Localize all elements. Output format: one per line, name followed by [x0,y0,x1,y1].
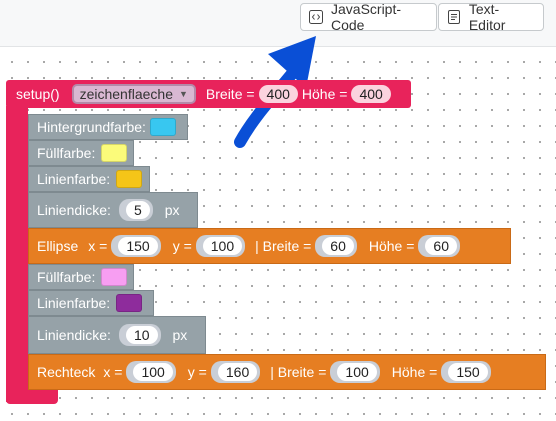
fill-color-swatch-2[interactable] [101,268,128,286]
ellipse-x-value[interactable]: 150 [118,237,158,255]
rectangle-y-label: y = [187,364,207,380]
rectangle-height-label: Höhe = [391,364,438,380]
setup-block-rail [6,106,28,402]
stroke-color-block[interactable]: Linienfarbe: [28,166,150,192]
stroke-weight-block-2[interactable]: Liniendicke: 10 px [28,316,206,354]
rectangle-x-label: x = [103,364,123,380]
stroke-weight-value-2[interactable]: 10 [125,326,158,344]
stroke-weight-unit-2: px [172,327,188,343]
ellipse-y-value[interactable]: 100 [202,237,243,255]
ellipse-width-value[interactable]: 60 [322,237,354,255]
ellipse-height-label: Höhe = [368,238,415,254]
text-editor-button[interactable]: Text-Editor [438,1,544,33]
dropdown-arrow-icon: ▼ [178,89,188,99]
setup-block-foot [6,388,58,404]
ellipse-label: Ellipse [37,238,79,254]
fill-color-block-2[interactable]: Füllfarbe: [28,264,134,290]
background-color-block[interactable]: Hintergrundfarbe: [28,114,188,140]
rectangle-block[interactable]: Rechteck x = 100 y = 160 | Breite = 100 … [28,354,546,390]
rectangle-y-value[interactable]: 160 [217,363,258,381]
stroke-weight-label: Liniendicke: [37,202,111,218]
rectangle-height-value[interactable]: 150 [448,363,488,381]
ellipse-height-value[interactable]: 60 [425,237,457,255]
canvas-dropdown[interactable]: zeichenflaeche ▼ [71,84,196,104]
setup-width-value[interactable]: 400 [258,85,298,103]
ellipse-width-label: | Breite = [255,238,312,254]
javascript-code-button[interactable]: JavaScript-Code [300,1,437,33]
stroke-weight-unit: px [164,202,180,218]
stroke-weight-label-2: Liniendicke: [37,327,111,343]
fill-color-block[interactable]: Füllfarbe: [28,140,134,166]
rectangle-label: Rechteck [37,364,96,380]
ellipse-y-label: y = [172,238,192,254]
setup-height-value[interactable]: 400 [351,85,391,103]
rectangle-width-label: | Breite = [270,364,327,380]
text-editor-label: Text-Editor [468,1,506,33]
setup-height-label: Höhe = [301,86,348,102]
stroke-color-swatch-2[interactable] [116,294,143,312]
document-icon [447,10,461,24]
setup-width-label: Breite = [205,86,255,102]
fill-color-label-2: Füllfarbe: [37,269,96,285]
code-icon [309,10,323,24]
stroke-weight-value[interactable]: 5 [125,201,150,219]
background-color-swatch[interactable] [149,118,176,136]
rectangle-x-value[interactable]: 100 [133,363,173,381]
canvas-dropdown-value: zeichenflaeche [79,86,173,102]
setup-label: setup() [16,86,60,102]
rectangle-width-value[interactable]: 100 [337,363,377,381]
stroke-color-swatch[interactable] [116,170,143,188]
stroke-color-label-2: Linienfarbe: [37,295,111,311]
setup-block[interactable]: setup() zeichenflaeche ▼ Breite = 400 Hö… [6,80,411,108]
javascript-code-label: JavaScript-Code [331,1,402,33]
ellipse-x-label: x = [88,238,108,254]
fill-color-swatch[interactable] [101,144,128,162]
fill-color-label: Füllfarbe: [37,145,96,161]
stroke-color-label: Linienfarbe: [37,171,111,187]
ellipse-block[interactable]: Ellipse x = 150 y = 100 | Breite = 60 Hö… [28,228,511,264]
background-color-label: Hintergrundfarbe: [37,119,146,135]
stroke-weight-block[interactable]: Liniendicke: 5 px [28,192,198,228]
stroke-color-block-2[interactable]: Linienfarbe: [28,290,154,316]
